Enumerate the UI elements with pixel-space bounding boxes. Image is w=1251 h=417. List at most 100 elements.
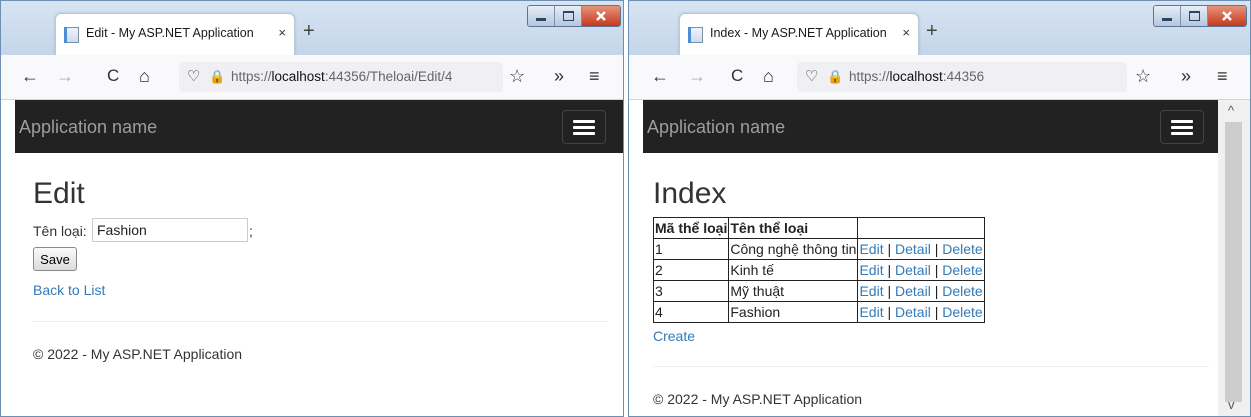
tab-index[interactable]: Index - My ASP.NET Application × <box>679 13 919 55</box>
brand-link[interactable]: Application name <box>647 117 785 138</box>
minimize-button[interactable] <box>528 6 555 26</box>
back-arrow-icon[interactable]: ← <box>21 65 39 87</box>
tab-strip: Edit - My ASP.NET Application × + <box>1 1 623 55</box>
back-arrow-icon[interactable]: ← <box>651 65 669 87</box>
tab-close-icon[interactable]: × <box>902 25 910 40</box>
minimize-icon <box>1162 17 1172 21</box>
cell-actions: Edit | Detail | Delete <box>857 301 986 323</box>
close-window-button[interactable] <box>1208 6 1246 26</box>
forward-arrow-icon[interactable]: → <box>688 65 706 87</box>
scroll-up-icon[interactable]: ^ <box>1228 103 1234 118</box>
category-name-input[interactable] <box>92 218 248 242</box>
form-suffix: ; <box>249 223 253 239</box>
detail-link[interactable]: Detail <box>895 283 931 299</box>
lock-icon[interactable]: 🔒 <box>209 67 225 87</box>
vertical-scrollbar[interactable]: ^ v <box>1218 100 1250 416</box>
back-to-list-link[interactable]: Back to List <box>33 282 105 298</box>
cell-actions: Edit | Detail | Delete <box>857 280 986 302</box>
table-row: 2 Kinh tế Edit | Detail | Delete <box>652 259 986 281</box>
table-row: 1 Công nghệ thông tin Edit | Detail | De… <box>652 238 986 260</box>
cell-id: 4 <box>652 301 730 323</box>
cell-name: Fashion <box>728 301 859 323</box>
footer-text: © 2022 - My ASP.NET Application <box>33 346 243 362</box>
home-icon[interactable]: ⌂ <box>139 65 150 87</box>
page-content: Edit Tên loại: ; Save Back to List © 202… <box>33 153 623 416</box>
page-title: Index <box>653 177 727 210</box>
url-text: https://localhost:44356/Theloai/Edit/4 <box>231 69 453 84</box>
table-row: 3 Mỹ thuật Edit | Detail | Delete <box>652 280 986 302</box>
cell-actions: Edit | Detail | Delete <box>857 238 986 260</box>
home-icon[interactable]: ⌂ <box>763 65 774 87</box>
header-actions <box>857 217 986 239</box>
shield-icon[interactable]: ♡ <box>187 67 200 87</box>
scrollbar-thumb[interactable] <box>1225 122 1242 402</box>
page-icon <box>64 27 79 43</box>
hamburger-button[interactable] <box>1160 110 1204 144</box>
cell-id: 3 <box>652 280 730 302</box>
separator: | <box>934 262 939 278</box>
delete-link[interactable]: Delete <box>942 304 982 320</box>
delete-link[interactable]: Delete <box>942 241 982 257</box>
category-name-label: Tên loại: <box>33 223 87 239</box>
menu-icon[interactable]: ≡ <box>589 65 600 87</box>
save-button[interactable]: Save <box>33 247 77 271</box>
tab-edit[interactable]: Edit - My ASP.NET Application × <box>55 13 295 55</box>
new-tab-button[interactable]: + <box>926 21 938 41</box>
edit-link[interactable]: Edit <box>859 241 883 257</box>
header-id: Mã thể loại <box>652 217 730 239</box>
reload-icon[interactable]: C <box>731 65 743 87</box>
overflow-icon[interactable]: » <box>1181 65 1191 87</box>
hamburger-button[interactable] <box>562 110 606 144</box>
url-text: https://localhost:44356 <box>849 69 985 84</box>
tab-strip: Index - My ASP.NET Application × + <box>629 1 1250 55</box>
reload-icon[interactable]: C <box>107 65 119 87</box>
address-bar[interactable]: ♡ 🔒 https://localhost:44356/Theloai/Edit… <box>179 62 503 92</box>
cell-actions: Edit | Detail | Delete <box>857 259 986 281</box>
shield-icon[interactable]: ♡ <box>805 67 818 87</box>
cell-name: Mỹ thuật <box>728 280 859 302</box>
category-table: Mã thể loại Tên thể loại 1 Công nghệ thô… <box>652 217 986 323</box>
minimize-button[interactable] <box>1154 6 1181 26</box>
bookmark-star-icon[interactable]: ☆ <box>509 65 525 87</box>
browser-window-edit: Edit - My ASP.NET Application × + ← → C … <box>0 0 624 417</box>
create-link[interactable]: Create <box>653 328 695 344</box>
edit-link[interactable]: Edit <box>859 283 883 299</box>
bookmark-star-icon[interactable]: ☆ <box>1135 65 1151 87</box>
separator: | <box>887 241 892 257</box>
tab-title: Index - My ASP.NET Application <box>710 26 887 40</box>
table-header-row: Mã thể loại Tên thể loại <box>652 217 986 239</box>
overflow-icon[interactable]: » <box>554 65 564 87</box>
window-controls <box>1153 5 1247 27</box>
new-tab-button[interactable]: + <box>303 21 315 41</box>
maximize-button[interactable] <box>1181 6 1208 26</box>
table-row: 4 Fashion Edit | Detail | Delete <box>652 301 986 323</box>
footer-text: © 2022 - My ASP.NET Application <box>653 391 863 407</box>
brand-link[interactable]: Application name <box>19 117 157 138</box>
menu-icon[interactable]: ≡ <box>1217 65 1228 87</box>
close-icon <box>1222 11 1232 21</box>
delete-link[interactable]: Delete <box>942 283 982 299</box>
navigation-toolbar: ← → C ⌂ ♡ 🔒 https://localhost:44356/Thel… <box>1 55 623 100</box>
maximize-icon <box>562 11 574 21</box>
lock-icon[interactable]: 🔒 <box>827 67 843 87</box>
separator: | <box>934 241 939 257</box>
delete-link[interactable]: Delete <box>942 262 982 278</box>
edit-link[interactable]: Edit <box>859 262 883 278</box>
detail-link[interactable]: Detail <box>895 241 931 257</box>
maximize-button[interactable] <box>555 6 582 26</box>
navigation-toolbar: ← → C ⌂ ♡ 🔒 https://localhost:44356 ☆ » … <box>629 55 1250 100</box>
tab-close-icon[interactable]: × <box>278 25 286 40</box>
window-controls <box>527 5 621 27</box>
page-title: Edit <box>33 177 85 210</box>
address-bar[interactable]: ♡ 🔒 https://localhost:44356 <box>797 62 1127 92</box>
page-content: Index Mã thể loại Tên thể loại 1 Công ng… <box>652 153 1218 416</box>
scroll-down-icon[interactable]: v <box>1228 397 1235 412</box>
detail-link[interactable]: Detail <box>895 262 931 278</box>
close-window-button[interactable] <box>582 6 620 26</box>
browser-window-index: Index - My ASP.NET Application × + ← → C… <box>628 0 1251 417</box>
detail-link[interactable]: Detail <box>895 304 931 320</box>
forward-arrow-icon[interactable]: → <box>56 65 74 87</box>
edit-link[interactable]: Edit <box>859 304 883 320</box>
separator: | <box>934 283 939 299</box>
tab-title: Edit - My ASP.NET Application <box>86 26 254 40</box>
